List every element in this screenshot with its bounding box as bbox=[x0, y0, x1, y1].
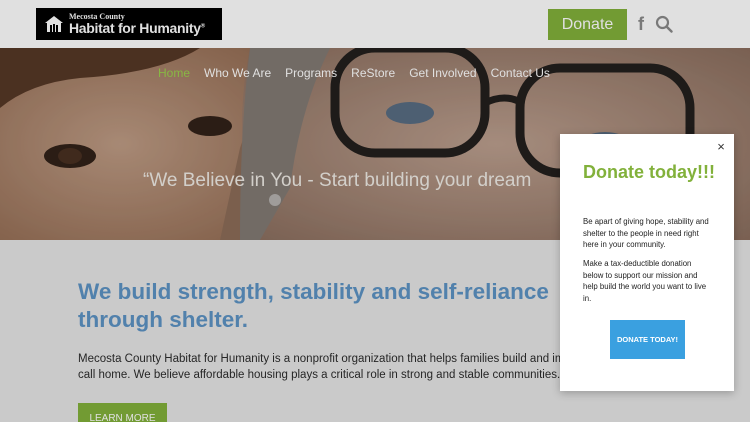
nav-item-restore[interactable]: ReStore bbox=[351, 66, 395, 80]
close-icon[interactable]: × bbox=[715, 139, 727, 154]
nav-item-contact-us[interactable]: Contact Us bbox=[491, 66, 550, 80]
donate-button[interactable]: Donate bbox=[548, 9, 627, 40]
main-nav: Home Who We Are Programs ReStore Get Inv… bbox=[158, 66, 550, 80]
facebook-icon[interactable]: f bbox=[634, 14, 648, 34]
logo-text: Mecosta County Habitat for Humanity® bbox=[69, 13, 205, 36]
popup-title: Donate today!!! bbox=[583, 162, 715, 182]
popup-paragraph-1: Be apart of giving hope, stability and s… bbox=[583, 217, 709, 249]
habitat-house-icon bbox=[45, 16, 63, 32]
nav-item-get-involved[interactable]: Get Involved bbox=[409, 66, 476, 80]
habitat-logo[interactable]: Mecosta County Habitat for Humanity® bbox=[36, 8, 222, 40]
main-body-text: Mecosta County Habitat for Humanity is a… bbox=[78, 351, 578, 383]
main-body-line2: call home. We believe affordable housing… bbox=[78, 369, 561, 381]
donate-today-button[interactable]: DONATE TODAY! bbox=[610, 320, 685, 359]
nav-item-programs[interactable]: Programs bbox=[285, 66, 337, 80]
main-body-line1: Mecosta County Habitat for Humanity is a… bbox=[78, 353, 571, 365]
nav-item-who-we-are[interactable]: Who We Are bbox=[204, 66, 271, 80]
site-header: Mecosta County Habitat for Humanity® Don… bbox=[0, 0, 750, 48]
logo-line2: Habitat for Humanity® bbox=[69, 20, 205, 36]
popup-paragraph-2: Make a tax-deductible donation below to … bbox=[583, 259, 707, 303]
donate-popup: × Donate today!!! Be apart of giving hop… bbox=[560, 134, 734, 391]
search-icon[interactable] bbox=[655, 15, 673, 33]
main-heading: We build strength, stability and self-re… bbox=[78, 279, 549, 332]
learn-more-button[interactable]: LEARN MORE bbox=[78, 403, 167, 422]
hero-quote: “We Believe in You - Start building your… bbox=[143, 170, 532, 191]
nav-item-home[interactable]: Home bbox=[158, 66, 190, 80]
